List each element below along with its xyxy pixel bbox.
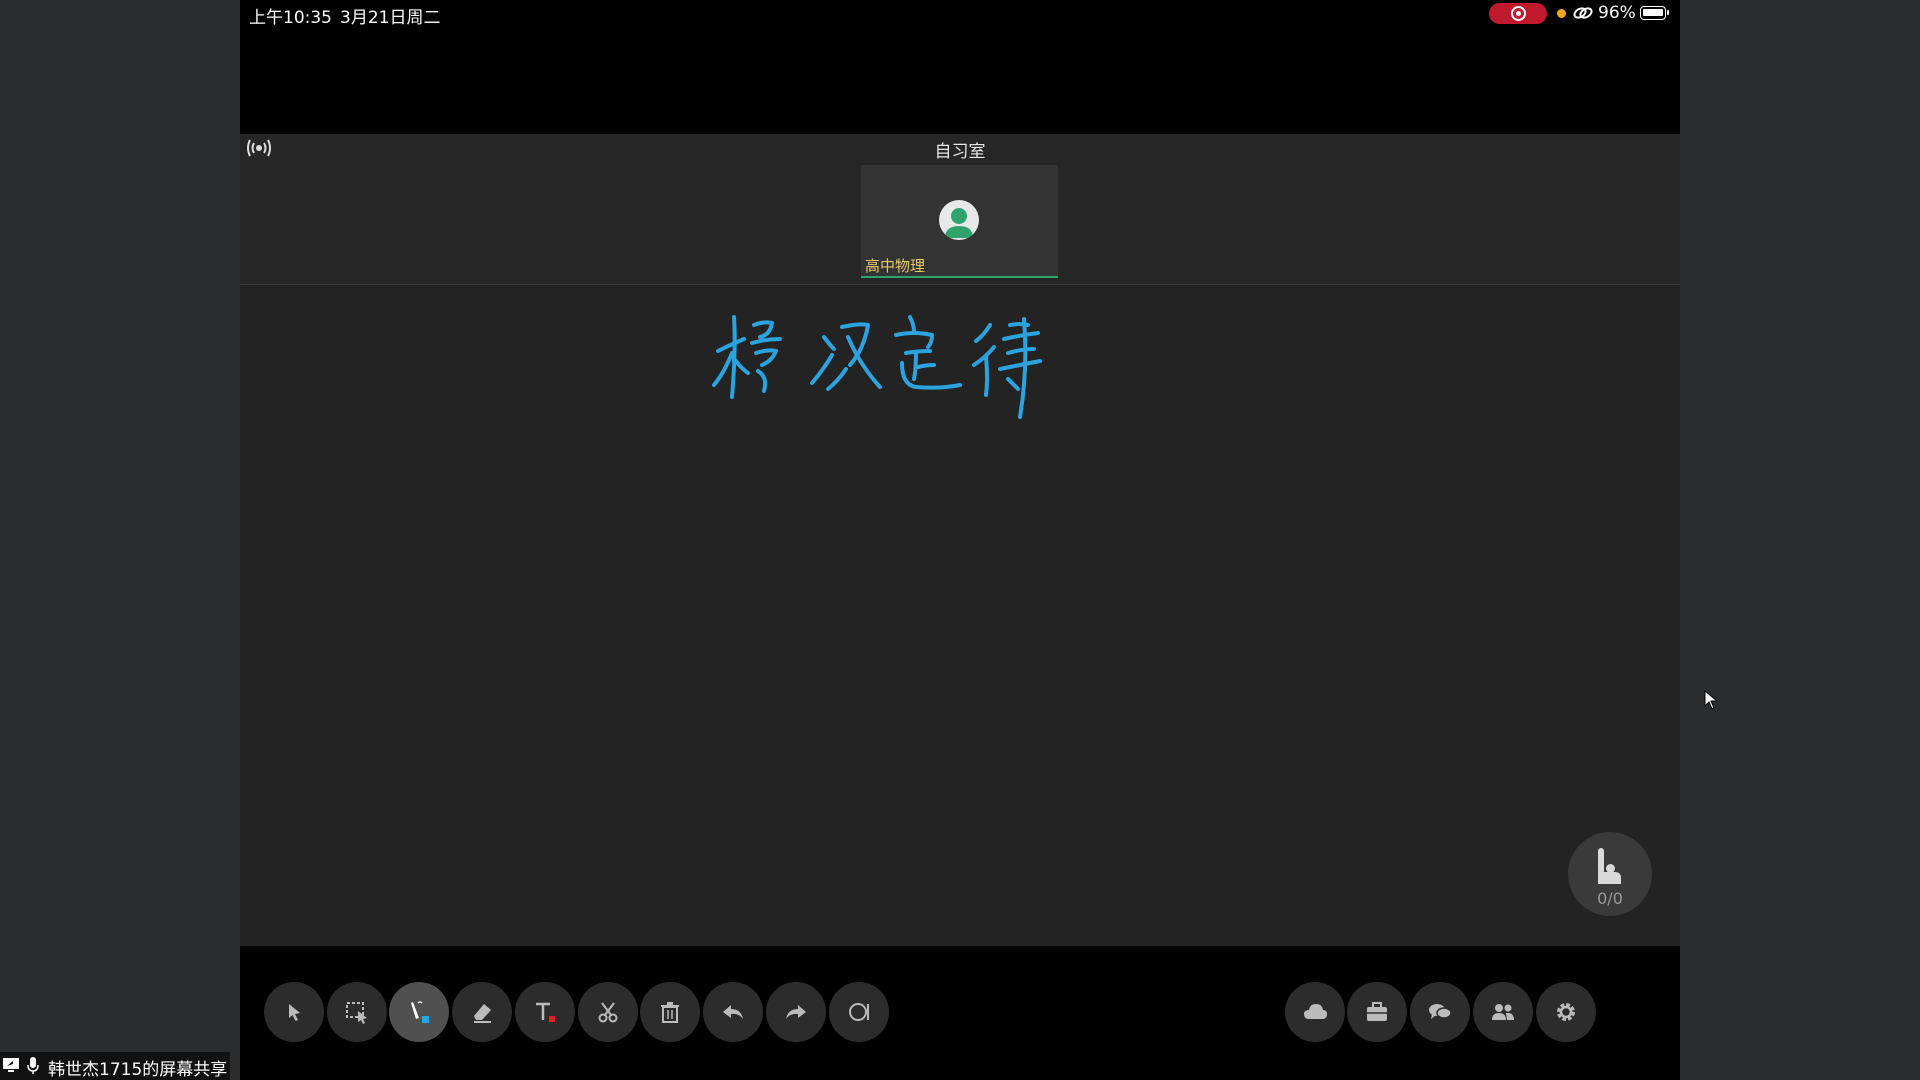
toolbox-button[interactable] [1347, 982, 1407, 1042]
battery-percentage: 96% [1598, 3, 1636, 23]
participants-icon [1492, 1004, 1514, 1020]
screen-share-banner: 韩世杰1715的屏幕共享 [0, 1052, 230, 1080]
raise-hand-count: 0/0 [1597, 889, 1623, 908]
settings-button[interactable] [1536, 982, 1596, 1042]
undo-button[interactable] [703, 982, 763, 1042]
scissors-icon [598, 1002, 618, 1023]
whiteboard-canvas[interactable]: 0/0 [240, 285, 1680, 946]
cloud-button[interactable] [1285, 982, 1345, 1042]
eraser-icon [474, 1004, 491, 1023]
room-title: 自习室 [934, 142, 986, 162]
redo-icon [786, 1005, 806, 1019]
area-select-tool-button[interactable] [327, 982, 387, 1042]
screen-share-label: 韩世杰1715的屏幕共享 [48, 1060, 228, 1080]
text-tool-button[interactable] [515, 982, 575, 1042]
gear-icon [1557, 1003, 1575, 1021]
link-icon [1573, 7, 1593, 19]
chat-button[interactable] [1410, 982, 1470, 1042]
toolbox-icon [1367, 1002, 1387, 1021]
select-tool-button[interactable] [264, 982, 324, 1042]
pointer-icon [289, 1004, 300, 1021]
raise-hand-icon [1598, 848, 1621, 884]
mic-icon [27, 1057, 39, 1074]
video-strip: 自习室 高中物理 [240, 134, 1680, 285]
status-date: 3月21日周二 [340, 8, 441, 28]
text-icon [536, 1002, 555, 1022]
participant-video-tile[interactable]: 高中物理 [861, 165, 1058, 278]
mic-in-use-dot [1557, 9, 1566, 18]
cloud-icon [1304, 1004, 1327, 1019]
scissors-tool-button[interactable] [578, 982, 638, 1042]
whiteboard-toolbar [240, 946, 1680, 1080]
shape-tool-button[interactable] [829, 982, 889, 1042]
mouse-cursor-icon [1704, 690, 1718, 710]
meeting-app: 自习室 高中物理 0/0 [240, 134, 1680, 946]
record-icon [1511, 6, 1526, 21]
status-bar: 上午10:35 3月21日周二 96% [240, 0, 1680, 28]
redo-button[interactable] [766, 982, 826, 1042]
shape-icon [849, 1003, 869, 1021]
area-select-icon [346, 1002, 367, 1024]
handwritten-strokes [712, 315, 1042, 419]
battery-icon [1640, 6, 1669, 20]
screen-recording-indicator[interactable] [1489, 3, 1547, 24]
ipad-screen: 上午10:35 3月21日周二 96% 自习室 高中物理 0/0 [240, 0, 1680, 1080]
participants-button[interactable] [1473, 982, 1533, 1042]
eraser-tool-button[interactable] [452, 982, 512, 1042]
delete-tool-button[interactable] [640, 982, 700, 1042]
chat-icon [1429, 1004, 1452, 1019]
user-avatar-icon [939, 200, 979, 240]
participant-name: 高中物理 [865, 257, 926, 275]
undo-icon [723, 1005, 743, 1019]
screen-share-icon [3, 1058, 19, 1072]
status-time: 上午10:35 [249, 8, 332, 28]
pen-tool-button[interactable] [389, 982, 449, 1042]
raise-hand-button[interactable]: 0/0 [1568, 832, 1652, 916]
pen-icon [411, 1001, 429, 1023]
trash-icon [661, 1002, 679, 1023]
